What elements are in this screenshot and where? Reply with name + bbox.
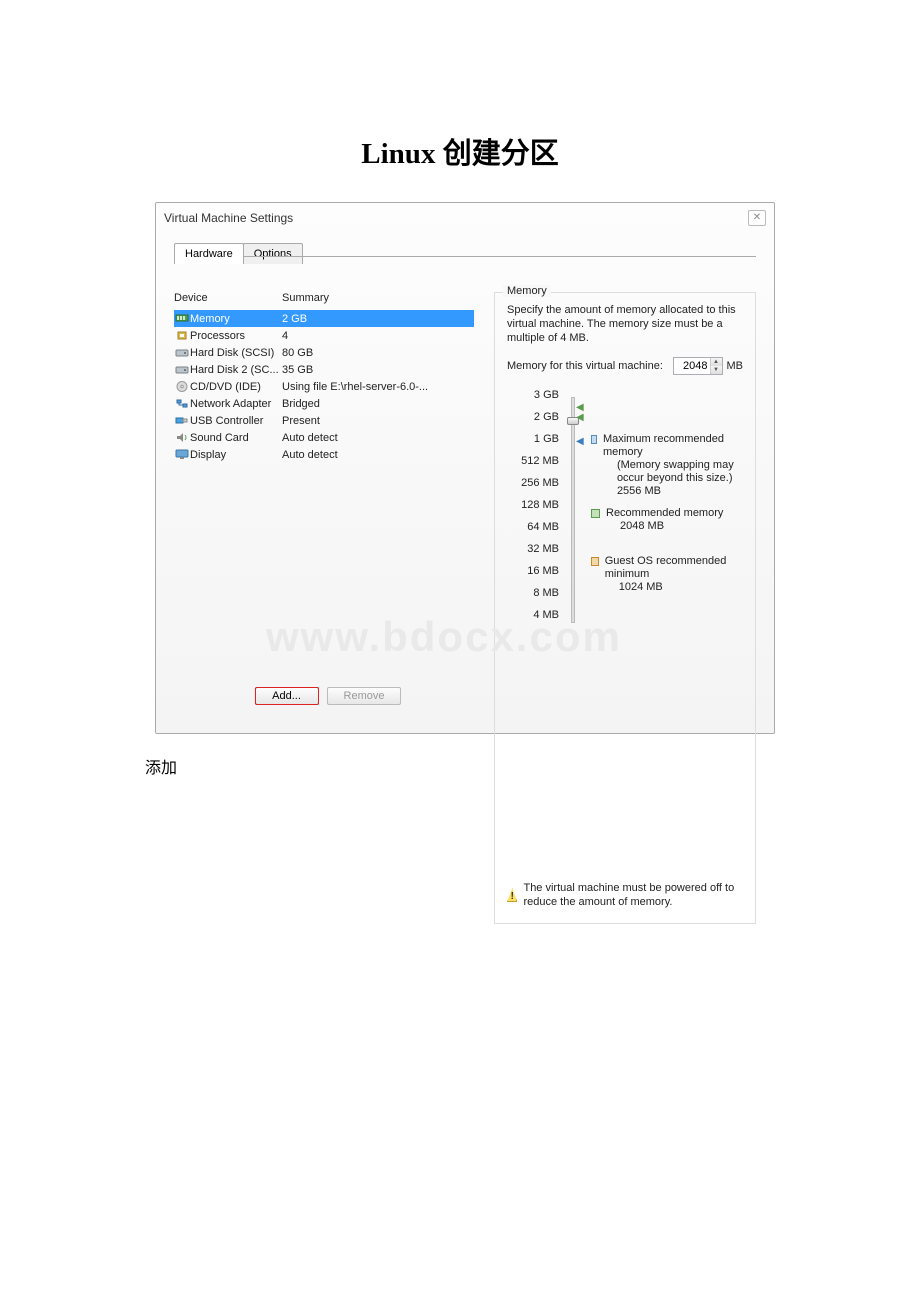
dialog-window: Virtual Machine Settings ✕ Hardware Opti…	[155, 202, 775, 734]
hdd-icon	[174, 347, 190, 358]
device-summary: Bridged	[282, 398, 474, 410]
min-label: Guest OS recommended minimum	[605, 555, 727, 580]
min-value: 1024 MB	[605, 581, 663, 594]
scale-tick: 1 GB	[507, 433, 559, 455]
max-note: (Memory swapping may occur beyond this s…	[603, 459, 743, 485]
rec-label: Recommended memory	[606, 507, 723, 519]
max-recommended-marker: Maximum recommended memory (Memory swapp…	[591, 433, 743, 498]
cpu-icon	[174, 330, 190, 341]
list-item[interactable]: Processors 4	[174, 327, 474, 344]
device-name: Memory	[190, 313, 282, 325]
max-label: Maximum recommended memory	[603, 433, 724, 458]
memory-description: Specify the amount of memory allocated t…	[507, 303, 743, 345]
list-item[interactable]: Display Auto detect	[174, 446, 474, 463]
device-summary: 2 GB	[282, 313, 474, 325]
list-item[interactable]: Memory 2 GB	[174, 310, 474, 327]
memory-value-input[interactable]	[674, 360, 710, 372]
device-summary: Auto detect	[282, 432, 474, 444]
scale-tick: 8 MB	[507, 587, 559, 609]
scale-tick: 256 MB	[507, 477, 559, 499]
list-item[interactable]: Hard Disk (SCSI) 80 GB	[174, 344, 474, 361]
spinner-down-icon[interactable]: ▼	[710, 366, 722, 374]
device-name: Hard Disk (SCSI)	[190, 347, 282, 359]
device-summary: 35 GB	[282, 364, 474, 376]
column-header-device: Device	[174, 292, 282, 304]
remove-button[interactable]: Remove	[327, 687, 402, 705]
rec-value: 2048 MB	[606, 520, 664, 533]
list-item[interactable]: Sound Card Auto detect	[174, 429, 474, 446]
screenshot: Virtual Machine Settings ✕ Hardware Opti…	[145, 202, 775, 734]
tab-bar: Hardware Options	[156, 233, 774, 264]
usb-icon	[174, 415, 190, 426]
device-summary: Using file E:\rhel-server-6.0-...	[282, 381, 474, 393]
slider-track[interactable]	[571, 397, 575, 623]
memory-icon	[174, 313, 190, 324]
display-icon	[174, 449, 190, 460]
scale-tick: 16 MB	[507, 565, 559, 587]
scale-tick: 64 MB	[507, 521, 559, 543]
page-title: Linux 创建分区	[145, 130, 775, 172]
scale-labels: 3 GB 2 GB 1 GB 512 MB 256 MB 128 MB 64 M…	[507, 389, 565, 631]
min-marker: Guest OS recommended minimum 1024 MB	[591, 555, 743, 594]
device-name: Network Adapter	[190, 398, 282, 410]
list-item[interactable]: Hard Disk 2 (SC... 35 GB	[174, 361, 474, 378]
add-button[interactable]: Add...	[255, 687, 319, 705]
memory-groupbox: Memory Specify the amount of memory allo…	[494, 292, 756, 924]
device-summary: 80 GB	[282, 347, 474, 359]
warning-icon: !	[507, 888, 517, 902]
device-name: Sound Card	[190, 432, 282, 444]
warning-text: The virtual machine must be powered off …	[523, 881, 743, 909]
groupbox-label: Memory	[503, 285, 551, 297]
tab-options[interactable]: Options	[243, 243, 303, 264]
dialog-title: Virtual Machine Settings	[164, 211, 748, 225]
recommended-marker: Recommended memory 2048 MB	[591, 507, 723, 533]
scale-tick: 2 GB	[507, 411, 559, 433]
spinner-up-icon[interactable]: ▲	[710, 358, 722, 366]
unit-label: MB	[727, 360, 744, 372]
sound-icon	[174, 432, 190, 443]
list-item[interactable]: USB Controller Present	[174, 412, 474, 429]
column-header-summary: Summary	[282, 292, 474, 304]
titlebar: Virtual Machine Settings ✕	[156, 203, 774, 233]
square-icon	[591, 435, 597, 444]
scale-tick: 4 MB	[507, 609, 559, 631]
scale-tick: 3 GB	[507, 389, 559, 411]
scale-tick: 32 MB	[507, 543, 559, 565]
scale-tick: 512 MB	[507, 455, 559, 477]
device-name: CD/DVD (IDE)	[190, 381, 282, 393]
device-name: USB Controller	[190, 415, 282, 427]
tab-hardware[interactable]: Hardware	[174, 243, 244, 264]
device-summary: Auto detect	[282, 449, 474, 461]
list-item[interactable]: CD/DVD (IDE) Using file E:\rhel-server-6…	[174, 378, 474, 395]
device-name: Display	[190, 449, 282, 461]
allocation-label: Memory for this virtual machine:	[507, 360, 673, 372]
device-list-panel: Device Summary Memory 2 GB Processors 4	[174, 292, 474, 924]
list-item[interactable]: Network Adapter Bridged	[174, 395, 474, 412]
network-icon	[174, 398, 190, 409]
close-icon[interactable]: ✕	[748, 210, 766, 226]
device-name: Hard Disk 2 (SC...	[190, 364, 282, 376]
device-summary: 4	[282, 330, 474, 342]
square-icon	[591, 509, 600, 518]
device-name: Processors	[190, 330, 282, 342]
memory-spinner[interactable]: ▲ ▼	[673, 357, 723, 375]
hdd-icon	[174, 364, 190, 375]
square-icon	[591, 557, 599, 566]
memory-settings-panel: Memory Specify the amount of memory allo…	[474, 292, 756, 924]
device-summary: Present	[282, 415, 474, 427]
cd-icon	[174, 381, 190, 392]
max-value: 2556 MB	[603, 485, 661, 498]
scale-tick: 128 MB	[507, 499, 559, 521]
